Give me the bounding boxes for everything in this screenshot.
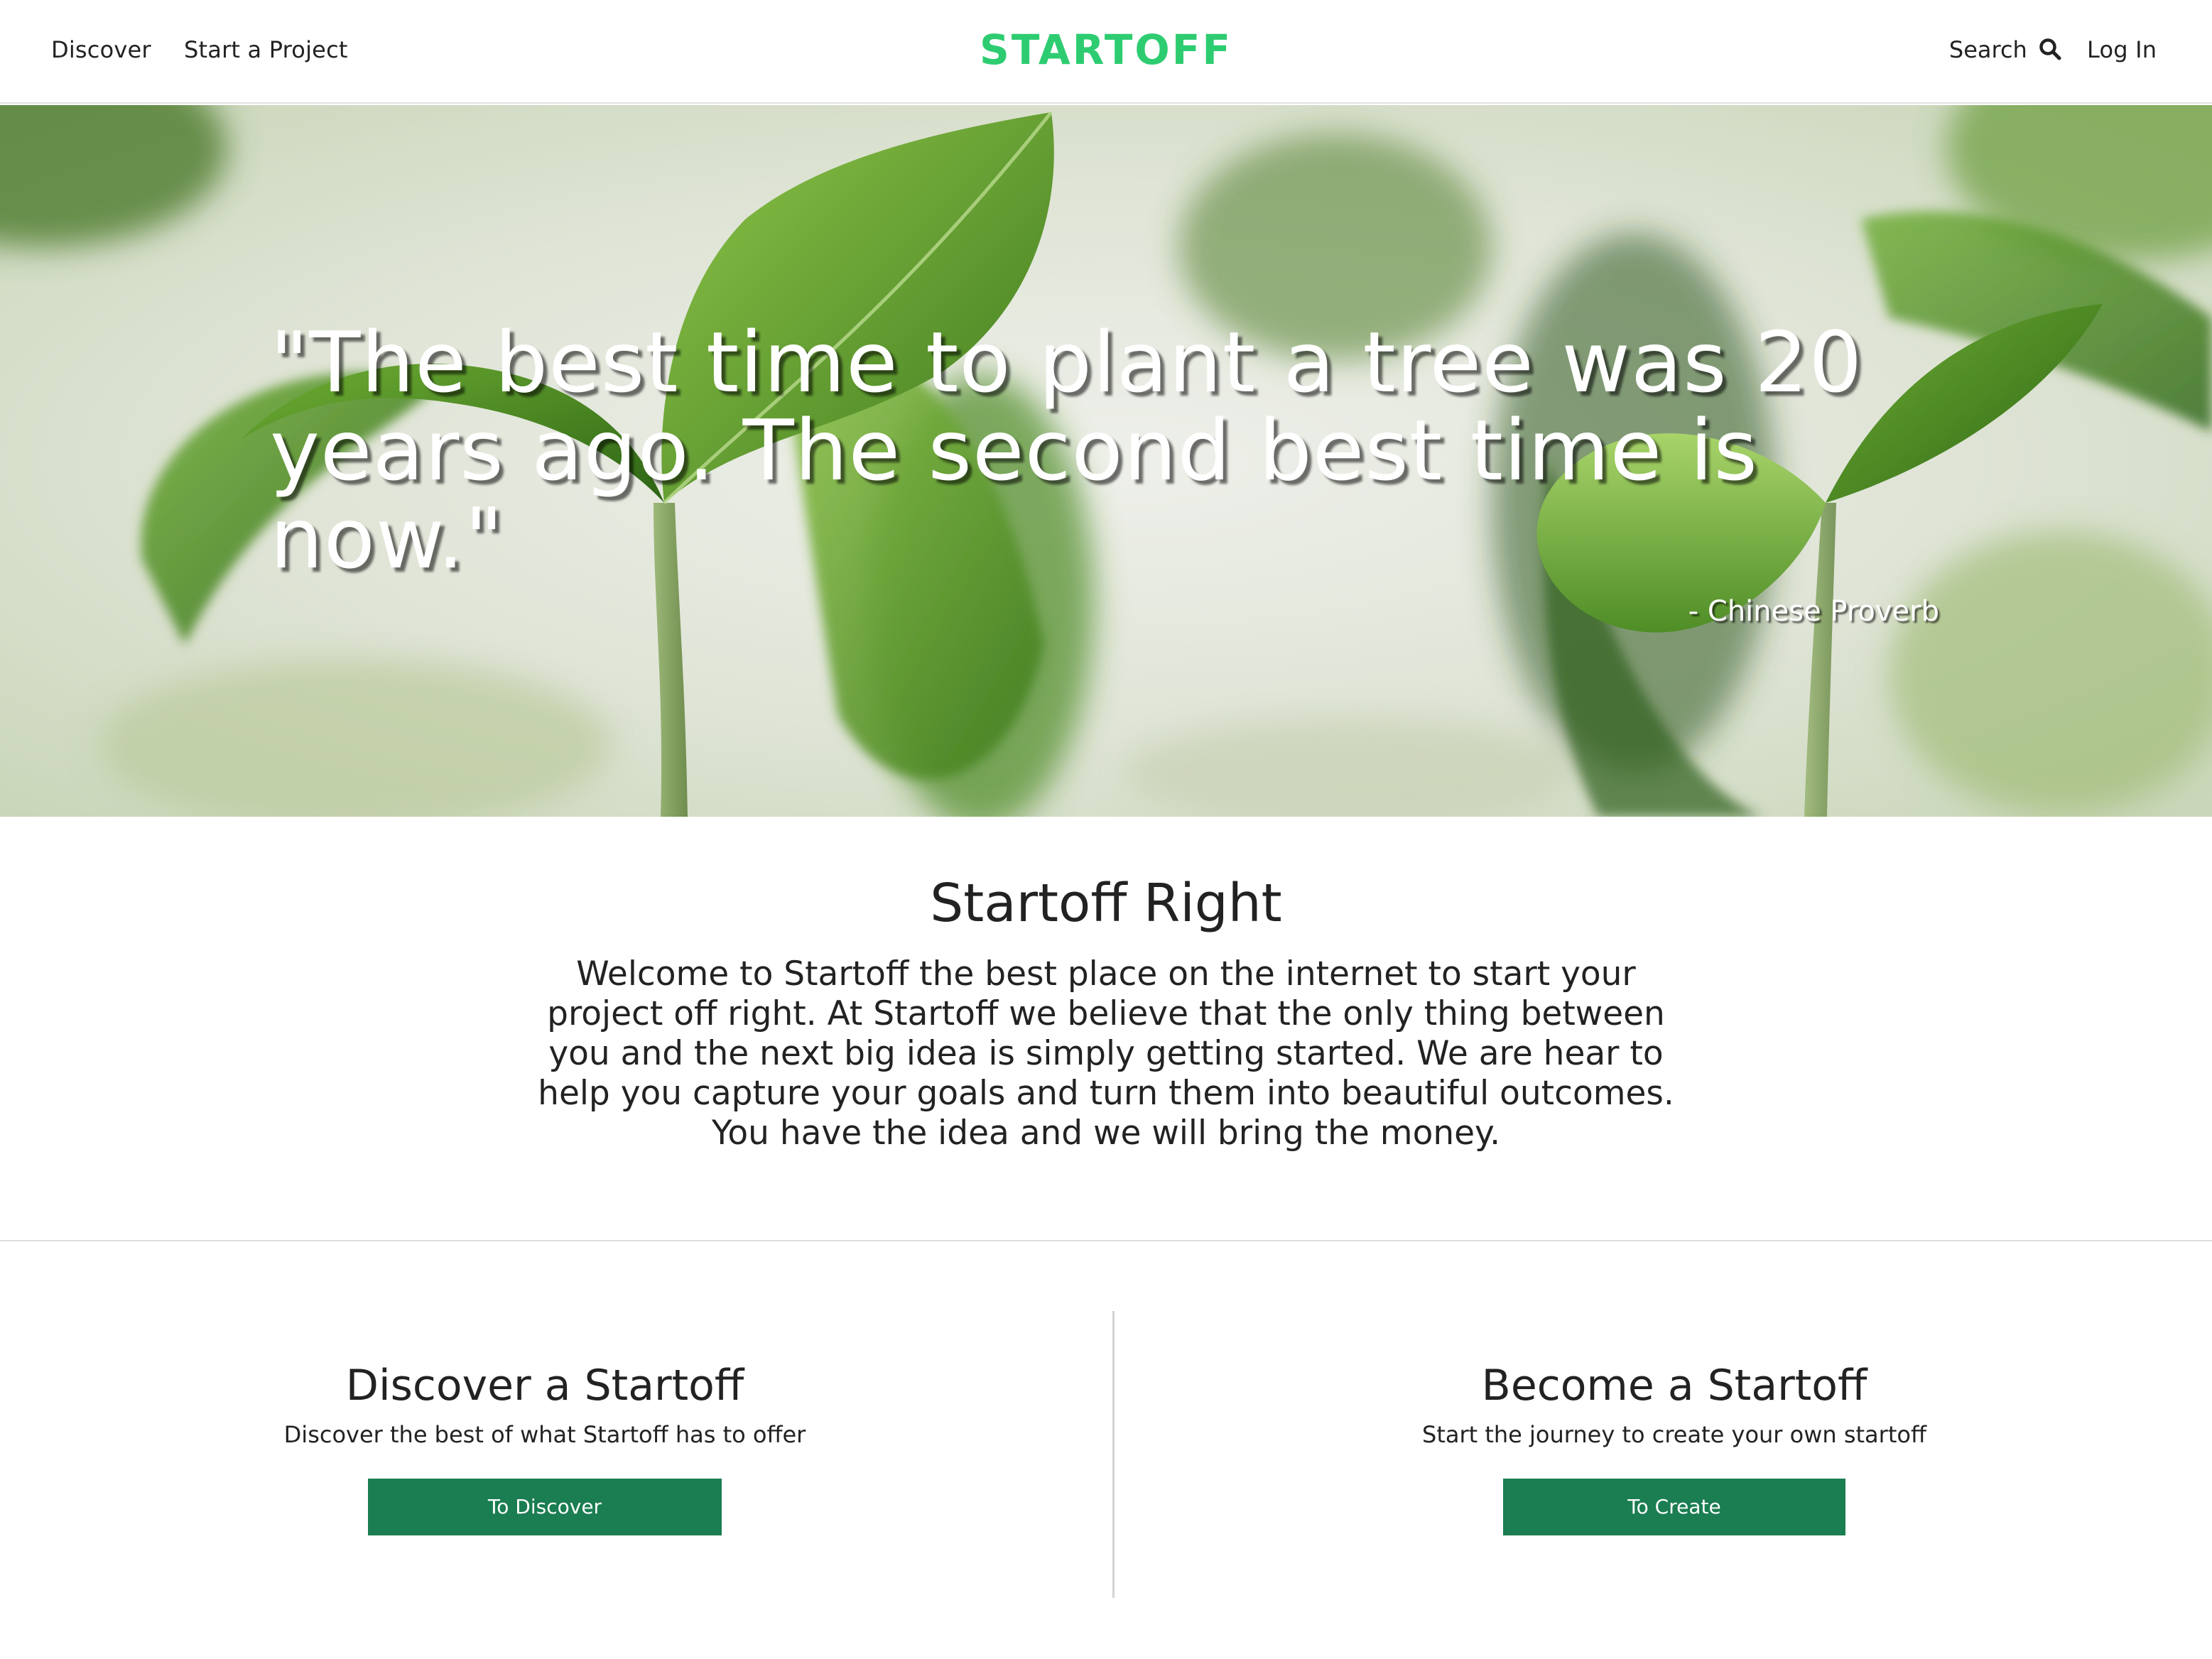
intro-title: Startoff Right	[930, 873, 1282, 934]
create-section: Become a Startoff Start the journey to c…	[1213, 1356, 2136, 1535]
nav-start-project-link[interactable]: Start a Project	[184, 30, 348, 70]
section-divider	[0, 1240, 2212, 1241]
login-link[interactable]: Log In	[2087, 30, 2157, 70]
hero-banner: "The best time to plant a tree was 20 ye…	[0, 105, 2212, 817]
search-button[interactable]: Search	[1949, 30, 2061, 70]
hero-quote: "The best time to plant a tree was 20 ye…	[270, 313, 1863, 587]
discover-title: Discover a Startoff	[345, 1361, 744, 1410]
search-icon	[2034, 36, 2061, 63]
discover-section: Discover a Startoff Discover the best of…	[83, 1356, 1007, 1535]
discover-subtitle: Discover the best of what Startoff has t…	[283, 1421, 806, 1448]
intro-paragraph: Welcome to Startoff the best place on th…	[538, 954, 1674, 1153]
search-label: Search	[1948, 36, 2027, 63]
quote-attribution: - Chinese Proverb	[1688, 595, 1939, 628]
column-divider	[1112, 1311, 1115, 1598]
nav-discover-link[interactable]: Discover	[51, 30, 151, 70]
create-title: Become a Startoff	[1481, 1361, 1867, 1410]
to-create-button[interactable]: To Create	[1503, 1479, 1845, 1535]
startoff-logo[interactable]: STARTOFF	[964, 14, 1248, 85]
to-discover-button[interactable]: To Discover	[368, 1479, 722, 1535]
top-navigation-bar: Discover Start a Project STARTOFF Search…	[0, 0, 2212, 104]
create-subtitle: Start the journey to create your own sta…	[1422, 1421, 1926, 1448]
